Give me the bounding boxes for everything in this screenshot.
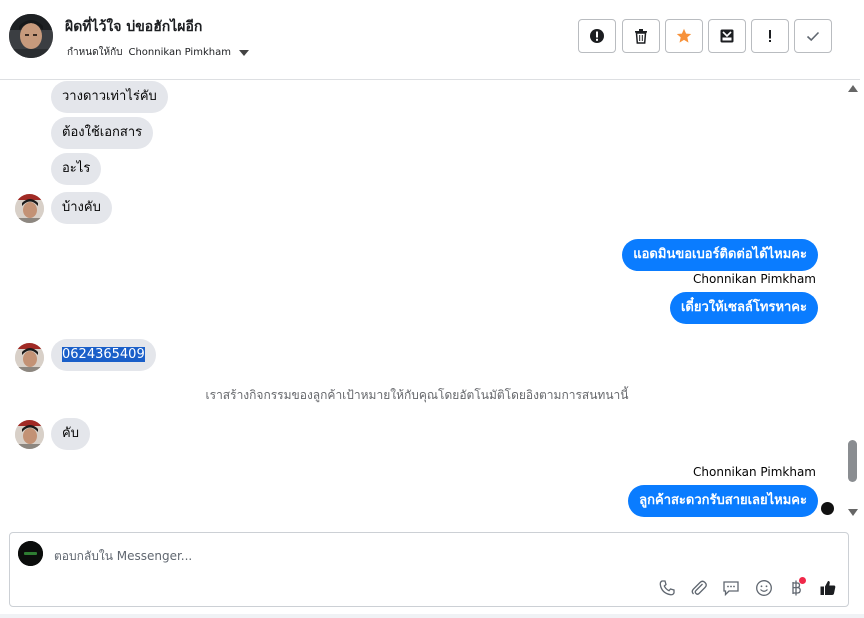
exclamation-circle-icon [590, 29, 604, 43]
mark-spam-button[interactable] [578, 19, 616, 53]
outgoing-message[interactable]: แอดมินขอเบอร์ติดต่อได้ไหมคะ [622, 239, 818, 271]
attach-button[interactable] [688, 577, 710, 599]
sender-name: Chonnikan Pimkham [693, 272, 816, 286]
payment-button[interactable] [785, 577, 807, 599]
inbox-conversation-view: ผิดที่ไว้ใจ บ่ขอฮักไผอีก กำหนดให้กับ Cho… [0, 0, 864, 618]
trash-icon [635, 29, 647, 44]
star-button[interactable] [665, 19, 703, 53]
conversation-header: ผิดที่ไว้ใจ บ่ขอฮักไผอีก กำหนดให้กับ Cho… [0, 0, 860, 80]
archive-icon [720, 29, 734, 43]
incoming-message[interactable]: คับ [51, 418, 90, 450]
assignee-name: Chonnikan Pimkham [128, 47, 231, 58]
follow-up-button[interactable] [751, 19, 789, 53]
contact-avatar[interactable] [9, 14, 53, 58]
emoji-button[interactable] [753, 577, 775, 599]
thread-scrollbar[interactable] [846, 81, 860, 524]
assign-prefix: กำหนดให้กับ [67, 47, 123, 58]
selected-text[interactable]: 0624365409 [62, 347, 145, 362]
saved-reply-icon [723, 581, 739, 597]
exclamation-icon [769, 30, 771, 42]
incoming-message[interactable]: อะไร [51, 153, 102, 185]
assignee-dropdown[interactable]: กำหนดให้กับ Chonnikan Pimkham [67, 45, 249, 60]
scroll-down-icon[interactable] [848, 509, 858, 516]
paperclip-icon [691, 580, 707, 595]
scroll-up-icon[interactable] [848, 85, 858, 92]
scrollbar-thumb[interactable] [848, 440, 857, 482]
emoji-icon [756, 580, 772, 596]
star-icon [676, 28, 692, 43]
notification-dot [799, 577, 806, 584]
outgoing-message[interactable]: เดี๋ยวให้เซลล์โทรหาคะ [669, 292, 818, 324]
incoming-message[interactable]: วางดาวเท่าไร่คับ [51, 81, 168, 113]
message-thread[interactable]: วางดาวเท่าไร่คับ ต้องใช้เอกสาร อะไร บ้าง… [0, 81, 860, 524]
seen-receipt-avatar [821, 502, 834, 515]
phone-icon [659, 580, 675, 596]
reply-composer [9, 532, 849, 607]
chevron-down-icon [238, 49, 249, 56]
thumbs-up-icon [820, 580, 836, 595]
like-button[interactable] [817, 577, 839, 599]
bottom-divider [0, 614, 864, 618]
contact-avatar-small[interactable] [15, 194, 44, 223]
sender-name: Chonnikan Pimkham [693, 465, 816, 479]
contact-avatar-small[interactable] [15, 343, 44, 372]
incoming-message[interactable]: บ้างคับ [51, 192, 112, 224]
saved-replies-button[interactable] [720, 577, 742, 599]
page-avatar [18, 541, 43, 566]
archive-button[interactable] [708, 19, 746, 53]
incoming-message[interactable]: ต้องใช้เอกสาร [51, 117, 154, 149]
check-icon [806, 31, 820, 42]
system-note: เราสร้างกิจกรรมของลูกค้าเป้าหมายให้กับคุ… [205, 388, 629, 402]
delete-button[interactable] [622, 19, 660, 53]
reply-input[interactable] [54, 545, 614, 567]
mark-done-button[interactable] [794, 19, 832, 53]
contact-avatar-small[interactable] [15, 420, 44, 449]
outgoing-message[interactable]: ลูกค้าสะดวกรับสายเลยไหมคะ [628, 485, 818, 517]
incoming-message-phone[interactable]: 0624365409 [51, 339, 156, 371]
contact-name: ผิดที่ไว้ใจ บ่ขอฮักไผอีก [65, 19, 203, 35]
call-button[interactable] [656, 577, 678, 599]
